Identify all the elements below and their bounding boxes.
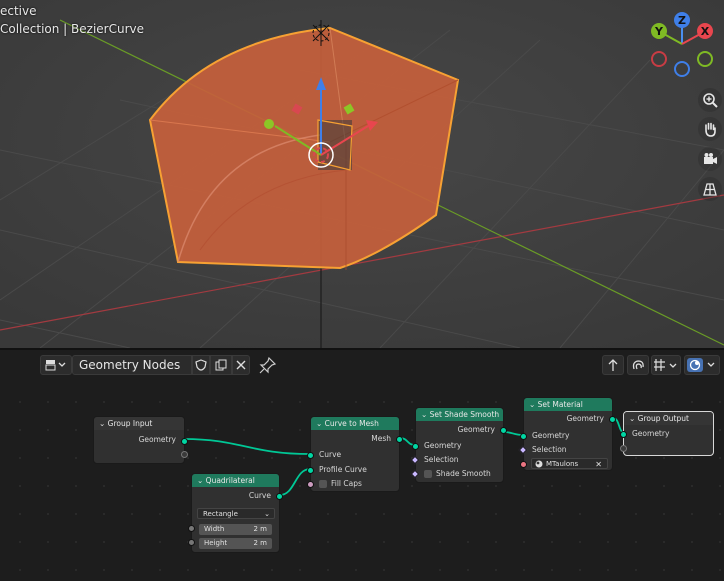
snap-grid-icon	[654, 359, 677, 371]
node-header: ⌄ Group Input	[94, 417, 184, 430]
socket-label-curve: Curve	[248, 491, 271, 500]
close-icon[interactable]: ✕	[595, 459, 602, 470]
output-socket-curve[interactable]	[276, 493, 283, 500]
parent-node-tree-icon[interactable]	[602, 355, 624, 375]
zoom-icon[interactable]	[698, 88, 722, 112]
snapping-menu[interactable]	[651, 355, 681, 375]
output-socket-empty[interactable]	[181, 451, 188, 458]
fill-caps-checkbox[interactable]: Fill Caps	[311, 478, 399, 490]
socket-label-geometry-in: Geometry	[424, 441, 462, 450]
socket-label-selection: Selection	[424, 455, 459, 464]
input-socket-material[interactable]	[520, 461, 527, 468]
input-socket-empty[interactable]	[620, 445, 627, 452]
node-header: ⌄ Group Output	[624, 412, 713, 425]
camera-icon[interactable]	[698, 147, 722, 171]
width-field[interactable]: Width 2 m	[199, 524, 272, 535]
input-socket-profile-curve[interactable]	[307, 467, 314, 474]
input-socket-width[interactable]	[188, 525, 195, 532]
output-socket-geometry[interactable]	[609, 416, 616, 423]
node-quadrilateral[interactable]: ⌄ Quadrilateral Curve Rectangle ⌄ Width …	[188, 473, 283, 553]
socket-label-geometry-in: Geometry	[532, 431, 570, 440]
node-header: ⌄ Set Shade Smooth	[416, 408, 503, 421]
socket-label-profile-curve: Profile Curve	[319, 465, 367, 474]
node-editor-canvas[interactable]: ⌄ Group Input Geometry ⌄ Quadrilateral C…	[0, 380, 724, 581]
node-header: ⌄ Set Material	[524, 398, 612, 411]
width-value: 2 m	[253, 525, 268, 533]
viewport-view-label: ective	[0, 4, 37, 18]
node-group-input[interactable]: ⌄ Group Input Geometry	[93, 416, 188, 464]
height-field[interactable]: Height 2 m	[199, 538, 272, 549]
node-editor-header: Geometry Nodes	[0, 350, 724, 380]
node-header: ⌄ Curve to Mesh	[311, 417, 399, 430]
overlays-icon	[687, 358, 715, 372]
output-socket-mesh[interactable]	[396, 436, 403, 443]
socket-label-mesh: Mesh	[371, 434, 391, 443]
socket-label-geometry: Geometry	[138, 435, 176, 444]
node-group-output[interactable]: ⌄ Group Output Geometry	[620, 411, 714, 456]
viewport-scene	[0, 0, 724, 348]
socket-label-geometry: Geometry	[632, 429, 670, 438]
socket-label-curve: Curve	[319, 450, 342, 459]
input-socket-height[interactable]	[188, 539, 195, 546]
input-socket-curve[interactable]	[307, 452, 314, 459]
material-selector[interactable]: MTaulons ✕	[531, 458, 608, 469]
checkbox-icon	[424, 470, 432, 478]
mode-dropdown[interactable]: Rectangle ⌄	[197, 508, 275, 519]
node-set-material[interactable]: ⌄ Set Material Geometry Geometry Selecti…	[518, 397, 616, 471]
viewport-object-label: Collection | BezierCurve	[0, 22, 144, 36]
material-sphere-icon	[535, 460, 543, 468]
height-label: Height	[204, 539, 228, 547]
3d-viewport[interactable]: ective Collection | BezierCurve Z Y X	[0, 0, 724, 348]
output-socket-geometry[interactable]	[500, 427, 507, 434]
unlink-close-icon[interactable]	[232, 355, 250, 375]
hand-icon[interactable]	[698, 117, 722, 141]
node-title-group-output: Group Output	[637, 414, 689, 423]
shade-smooth-label: Shade Smooth	[436, 469, 491, 478]
new-copy-icon[interactable]	[210, 355, 232, 375]
socket-label-geometry-out: Geometry	[457, 425, 495, 434]
overlays-menu[interactable]	[684, 355, 720, 375]
checkbox-icon	[319, 480, 327, 488]
node-curve-to-mesh[interactable]: ⌄ Curve to Mesh Mesh Curve Profile Curve…	[307, 416, 403, 492]
input-socket-geometry[interactable]	[412, 443, 419, 450]
socket-label-selection: Selection	[532, 445, 567, 454]
link-quad-to-profile	[279, 468, 311, 496]
node-title-curve-to-mesh: Curve to Mesh	[324, 419, 379, 428]
height-value: 2 m	[253, 539, 268, 547]
pin-icon[interactable]	[258, 355, 278, 375]
link-input-to-curve	[183, 438, 311, 455]
node-title-quadrilateral: Quadrilateral	[205, 476, 255, 485]
node-set-shade-smooth[interactable]: ⌄ Set Shade Smooth Geometry Geometry Sel…	[410, 407, 507, 483]
mode-value: Rectangle	[203, 510, 238, 518]
node-title-set-material: Set Material	[537, 400, 583, 409]
node-title-group-input: Group Input	[107, 419, 153, 428]
overlay-link-icon[interactable]	[627, 355, 649, 375]
fake-user-shield-icon[interactable]	[192, 355, 210, 375]
editor-type-menu[interactable]	[40, 355, 72, 375]
input-socket-geometry[interactable]	[620, 431, 627, 438]
fill-caps-label: Fill Caps	[331, 479, 362, 488]
input-socket-geometry[interactable]	[520, 433, 527, 440]
node-title-set-shade-smooth: Set Shade Smooth	[429, 410, 500, 419]
chevron-down-icon: ⌄	[264, 510, 270, 518]
socket-label-geometry-out: Geometry	[566, 414, 604, 423]
shade-smooth-checkbox[interactable]: Shade Smooth	[416, 468, 503, 480]
output-socket-geometry[interactable]	[181, 438, 188, 445]
node-editor-icon	[45, 360, 66, 371]
width-label: Width	[204, 525, 225, 533]
nodetree-name-field[interactable]: Geometry Nodes	[72, 355, 192, 375]
node-header: ⌄ Quadrilateral	[192, 474, 279, 487]
grid-icon[interactable]	[698, 177, 722, 201]
material-name: MTaulons	[546, 460, 579, 468]
